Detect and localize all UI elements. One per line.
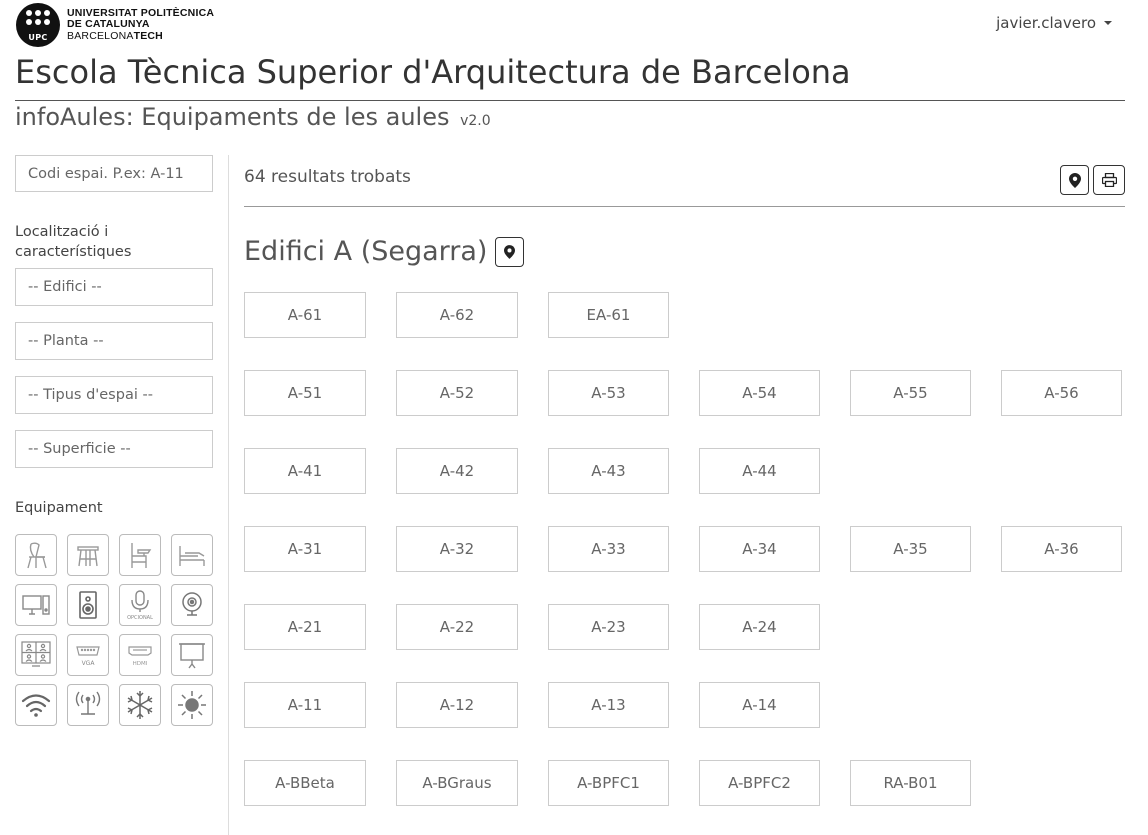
surface-select[interactable]: -- Superficie -- bbox=[15, 430, 213, 468]
room-button[interactable]: A-31 bbox=[244, 526, 366, 572]
room-button[interactable]: A-54 bbox=[699, 370, 820, 416]
map-pin-icon bbox=[1068, 172, 1081, 188]
room-button[interactable]: A-13 bbox=[548, 682, 669, 728]
school-title: Escola Tècnica Superior d'Arquitectura d… bbox=[15, 52, 1125, 101]
desk-chair-icon[interactable] bbox=[119, 534, 161, 576]
room-button[interactable]: A-42 bbox=[396, 448, 518, 494]
wifi-icon[interactable] bbox=[15, 684, 57, 726]
chevron-down-icon bbox=[1104, 21, 1112, 25]
app-version: v2.0 bbox=[460, 113, 491, 129]
room-button[interactable]: A-55 bbox=[850, 370, 971, 416]
hdmi-icon[interactable]: HDMI bbox=[119, 634, 161, 676]
room-button[interactable]: RA-B01 bbox=[850, 760, 971, 806]
snowflake-icon[interactable] bbox=[119, 684, 161, 726]
vga-icon[interactable]: VGA bbox=[67, 634, 109, 676]
building-select[interactable]: -- Edifici -- bbox=[15, 268, 213, 306]
speaker-icon[interactable] bbox=[67, 584, 109, 626]
room-row: A-11 A-12 A-13 A-14 bbox=[244, 682, 820, 728]
room-button[interactable]: A-BPFC2 bbox=[699, 760, 820, 806]
equipment-grid: OPCIONAL VGA HDMI bbox=[15, 534, 213, 726]
room-button[interactable]: A-43 bbox=[548, 448, 669, 494]
room-row: A-21 A-22 A-23 A-24 bbox=[244, 604, 820, 650]
upc-logo[interactable]: UPC UNIVERSITAT POLITÈCNICA DE CATALUNYA… bbox=[16, 3, 214, 47]
equipment-label: Equipament bbox=[15, 500, 103, 516]
app-title: infoAules: Equipaments de les aules v2.0 bbox=[15, 103, 491, 131]
room-button[interactable]: A-41 bbox=[244, 448, 366, 494]
logo-abbr: UPC bbox=[28, 33, 48, 42]
svg-text:VGA: VGA bbox=[82, 660, 96, 667]
print-icon bbox=[1101, 173, 1117, 187]
room-button[interactable]: A-11 bbox=[244, 682, 366, 728]
room-row: A-31 A-32 A-33 A-34 A-35 A-36 bbox=[244, 526, 1122, 572]
room-button[interactable]: A-22 bbox=[396, 604, 518, 650]
antenna-icon[interactable] bbox=[67, 684, 109, 726]
room-row: A-BBeta A-BGraus A-BPFC1 A-BPFC2 RA-B01 bbox=[244, 760, 971, 806]
room-button[interactable]: A-BPFC1 bbox=[548, 760, 669, 806]
room-button[interactable]: EA-61 bbox=[548, 292, 669, 338]
room-button[interactable]: A-51 bbox=[244, 370, 366, 416]
print-button[interactable] bbox=[1093, 165, 1125, 195]
room-button[interactable]: A-52 bbox=[396, 370, 518, 416]
room-button[interactable]: A-21 bbox=[244, 604, 366, 650]
results-divider bbox=[244, 206, 1125, 207]
stool-icon[interactable] bbox=[67, 534, 109, 576]
space-type-select[interactable]: -- Tipus d'espai -- bbox=[15, 376, 213, 414]
room-row: A-51 A-52 A-53 A-54 A-55 A-56 bbox=[244, 370, 1122, 416]
sidebar: Codi espai. P.ex: A-11 Localització i ca… bbox=[15, 155, 213, 726]
bed-table-icon[interactable] bbox=[171, 534, 213, 576]
room-button[interactable]: A-61 bbox=[244, 292, 366, 338]
chair-icon[interactable] bbox=[15, 534, 57, 576]
room-button[interactable]: A-56 bbox=[1001, 370, 1122, 416]
room-button[interactable]: A-24 bbox=[699, 604, 820, 650]
location-label: Localització i característiques bbox=[15, 224, 132, 260]
building-title: Edifici A (Segarra) bbox=[244, 236, 525, 267]
university-name: UNIVERSITAT POLITÈCNICA DE CATALUNYA BAR… bbox=[67, 6, 215, 42]
sun-icon[interactable] bbox=[171, 684, 213, 726]
room-button[interactable]: A-12 bbox=[396, 682, 518, 728]
results-count: 64 resultats trobats bbox=[244, 167, 411, 187]
svg-text:OPCIONAL: OPCIONAL bbox=[127, 615, 153, 621]
room-button[interactable]: A-BGraus bbox=[396, 760, 518, 806]
room-button[interactable]: A-34 bbox=[699, 526, 820, 572]
room-button[interactable]: A-23 bbox=[548, 604, 669, 650]
videoconference-icon[interactable] bbox=[15, 634, 57, 676]
room-button[interactable]: A-33 bbox=[548, 526, 669, 572]
room-button[interactable]: A-62 bbox=[396, 292, 518, 338]
floor-select[interactable]: -- Planta -- bbox=[15, 322, 213, 360]
room-button[interactable]: A-14 bbox=[699, 682, 820, 728]
webcam-icon[interactable] bbox=[171, 584, 213, 626]
room-button[interactable]: A-44 bbox=[699, 448, 820, 494]
room-button[interactable]: A-53 bbox=[548, 370, 669, 416]
projector-screen-icon[interactable] bbox=[171, 634, 213, 676]
room-button[interactable]: A-32 bbox=[396, 526, 518, 572]
room-row: A-41 A-42 A-43 A-44 bbox=[244, 448, 820, 494]
user-name: javier.clavero bbox=[996, 14, 1096, 32]
search-input[interactable]: Codi espai. P.ex: A-11 bbox=[15, 155, 213, 192]
map-button[interactable] bbox=[1060, 165, 1089, 195]
computer-icon[interactable] bbox=[15, 584, 57, 626]
upc-logo-icon: UPC bbox=[16, 3, 60, 47]
map-pin-icon bbox=[504, 244, 516, 259]
user-menu[interactable]: javier.clavero bbox=[996, 14, 1112, 32]
room-button[interactable]: A-35 bbox=[850, 526, 971, 572]
room-row: A-61 A-62 EA-61 bbox=[244, 292, 669, 338]
room-button[interactable]: A-36 bbox=[1001, 526, 1122, 572]
building-map-button[interactable] bbox=[495, 236, 525, 267]
sidebar-divider bbox=[228, 155, 229, 835]
microphone-icon[interactable]: OPCIONAL bbox=[119, 584, 161, 626]
room-button[interactable]: A-BBeta bbox=[244, 760, 366, 806]
svg-text:HDMI: HDMI bbox=[133, 661, 148, 667]
